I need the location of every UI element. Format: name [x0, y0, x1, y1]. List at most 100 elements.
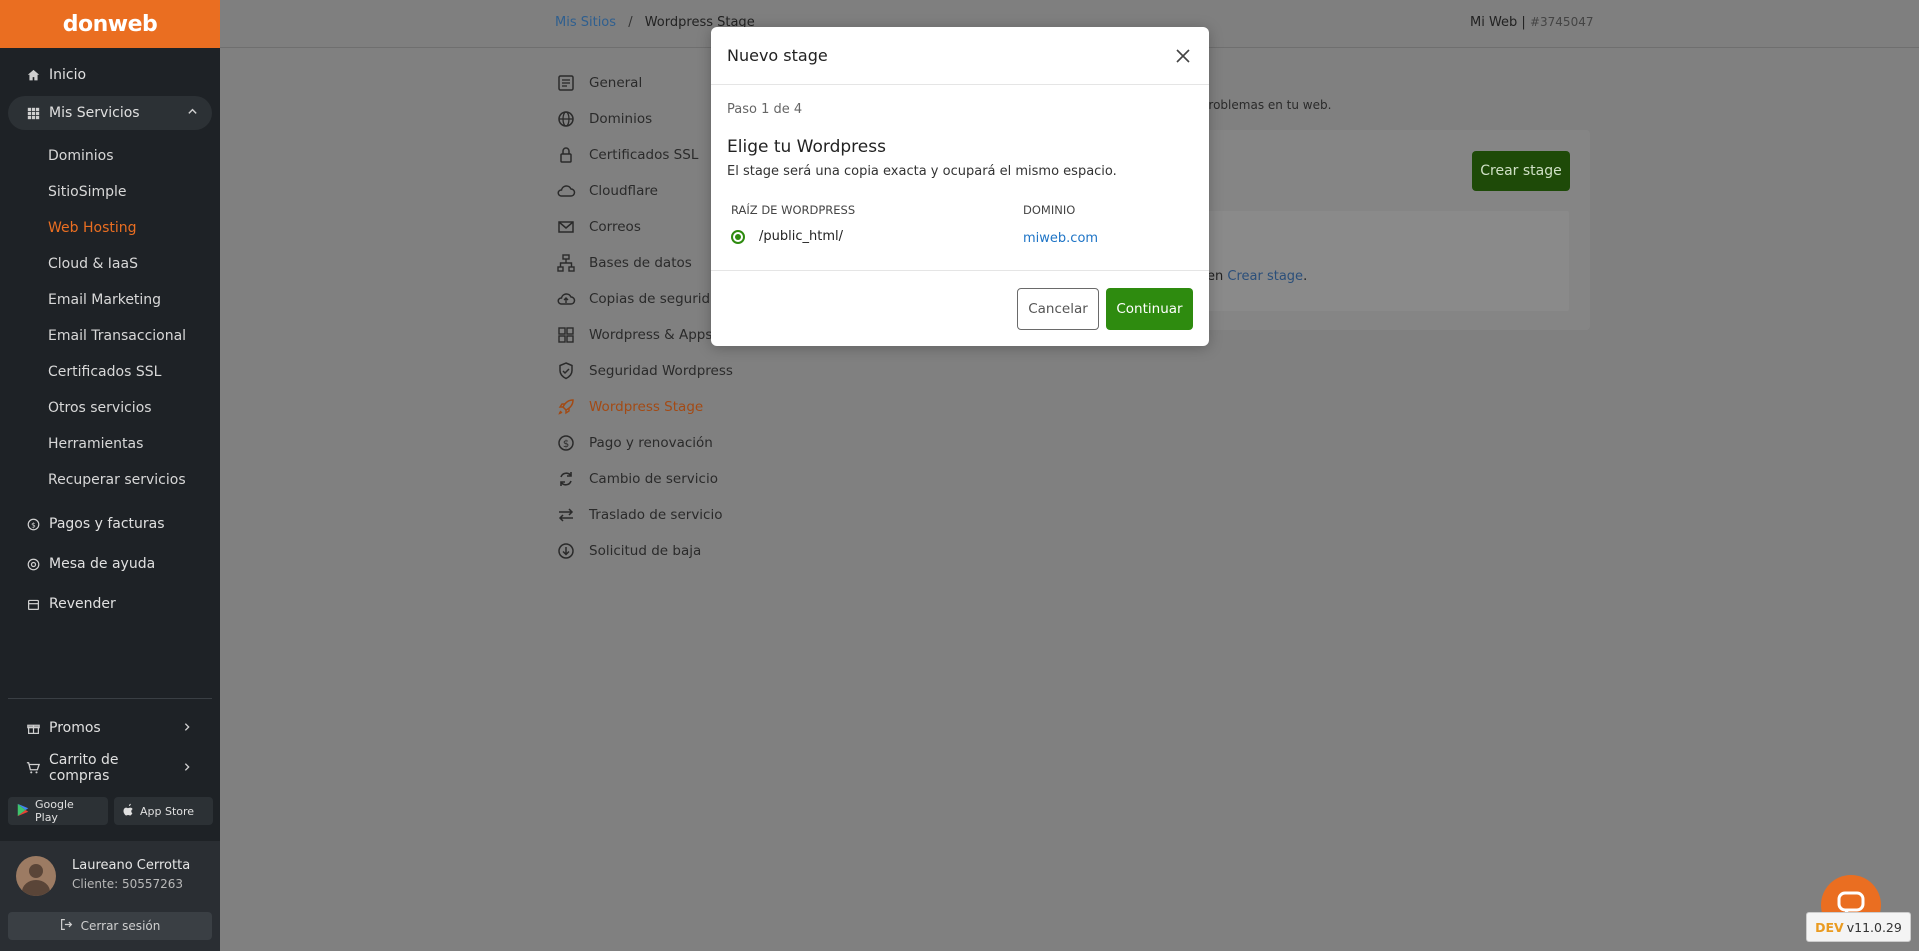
service-item-wordpress-stage[interactable]: Wordpress Stage: [555, 389, 733, 425]
service-item-cloudflare[interactable]: Cloudflare: [555, 173, 733, 209]
empty-state-crear-link[interactable]: Crear stage: [1227, 269, 1303, 284]
gift-icon: [26, 721, 40, 735]
service-item-label: Cambio de servicio: [589, 471, 718, 487]
env-tag: DEV: [1815, 919, 1844, 935]
nav-promos-label: Promos: [49, 720, 101, 736]
service-item-general[interactable]: General: [555, 65, 733, 101]
nav-promos[interactable]: Promos: [0, 708, 220, 748]
continue-button[interactable]: Continuar: [1106, 288, 1193, 330]
lifebuoy-icon: [26, 557, 40, 571]
sidebar-bottom-nav: Promos Carrito de compras: [0, 708, 220, 788]
google-play-label: Google Play: [35, 798, 74, 824]
nav-carrito-label: Carrito de compras: [49, 752, 119, 784]
version-label: v11.0.29: [1846, 919, 1902, 935]
sidebar-item-email-transaccional[interactable]: Email Transaccional: [0, 318, 220, 354]
sitemap-icon: [555, 252, 577, 274]
service-item-bases-datos[interactable]: Bases de datos: [555, 245, 733, 281]
apple-icon: [122, 803, 135, 820]
service-item-label: General: [589, 75, 643, 91]
brand-logo[interactable]: donweb: [0, 0, 220, 48]
nav-inicio-label: Inicio: [49, 67, 87, 83]
service-item-label: Traslado de servicio: [589, 507, 723, 523]
empty-state-text: en Crear stage.: [1207, 269, 1307, 284]
logout-label: Cerrar sesión: [80, 919, 161, 933]
nav-carrito[interactable]: Carrito de compras: [0, 748, 220, 788]
cart-icon: [26, 761, 40, 775]
app-store-label: App Store: [140, 804, 195, 818]
user-name: Laureano Cerrotta: [72, 858, 191, 873]
service-item-cambio-servicio[interactable]: Cambio de servicio: [555, 461, 733, 497]
sidebar-item-recuperar-servicios[interactable]: Recuperar servicios: [0, 462, 220, 498]
app-store-links: Google Play App Store: [8, 797, 213, 825]
service-item-label: Seguridad Wordpress: [589, 363, 733, 379]
service-item-pago-renovacion[interactable]: $ Pago y renovación: [555, 425, 733, 461]
service-item-label: Correos: [589, 219, 641, 235]
document-icon: [555, 72, 577, 94]
nav-revender[interactable]: Revender: [0, 584, 220, 624]
close-icon[interactable]: [1173, 46, 1193, 66]
avatar[interactable]: [16, 856, 56, 896]
sidebar-item-certificados-ssl[interactable]: Certificados SSL: [0, 354, 220, 390]
nav-pagos[interactable]: $ Pagos y facturas: [0, 504, 220, 544]
modal-header: Nuevo stage: [711, 27, 1209, 85]
app-store-button[interactable]: App Store: [114, 797, 213, 825]
modal-heading: Elige tu Wordpress: [727, 137, 886, 157]
empty-state-prefix: en: [1207, 269, 1224, 284]
column-header-domain: DOMINIO: [1023, 203, 1076, 217]
grid-icon: [26, 106, 40, 120]
nav-inicio[interactable]: Inicio: [0, 58, 220, 92]
cancel-button[interactable]: Cancelar: [1017, 288, 1099, 330]
apps-grid-icon: [555, 324, 577, 346]
service-item-copias-seguridad[interactable]: Copias de seguridad: [555, 281, 733, 317]
nav-mis-servicios-label: Mis Servicios: [49, 105, 140, 121]
site-id: #3745047: [1529, 15, 1594, 29]
nuevo-stage-modal: Nuevo stage Paso 1 de 4 Elige tu Wordpre…: [711, 27, 1209, 346]
service-item-label: Dominios: [589, 111, 653, 127]
wordpress-radio[interactable]: [731, 230, 745, 244]
sidebar: donweb Inicio Mis Servicios Dominios Sit…: [0, 0, 220, 951]
empty-state-box: [1194, 211, 1569, 311]
nav-mesa-label: Mesa de ayuda: [49, 556, 156, 572]
lock-icon: [555, 144, 577, 166]
nav-pagos-label: Pagos y facturas: [49, 516, 165, 532]
breadcrumb-mis-sitios[interactable]: Mis Sitios: [555, 15, 616, 30]
service-item-wordpress-apps[interactable]: Wordpress & Apps: [555, 317, 733, 353]
service-item-seguridad-wordpress[interactable]: Seguridad Wordpress: [555, 353, 733, 389]
nav-mesa-ayuda[interactable]: Mesa de ayuda: [0, 544, 220, 584]
service-item-dominios[interactable]: Dominios: [555, 101, 733, 137]
step-indicator: Paso 1 de 4: [727, 102, 803, 117]
google-play-button[interactable]: Google Play: [8, 797, 108, 825]
modal-description: El stage será una copia exacta y ocupará…: [727, 164, 1117, 179]
sidebar-item-dominios[interactable]: Dominios: [0, 138, 220, 174]
mail-icon: [555, 216, 577, 238]
dollar-circle-icon: $: [555, 432, 577, 454]
user-panel: Laureano Cerrotta Cliente: 50557263 Cerr…: [0, 841, 220, 951]
service-item-correos[interactable]: Correos: [555, 209, 733, 245]
sidebar-divider: [8, 698, 212, 699]
sidebar-item-sitiosimple[interactable]: SitioSimple: [0, 174, 220, 210]
wordpress-domain-link[interactable]: miweb.com: [1023, 231, 1098, 246]
service-item-certificados-ssl[interactable]: Certificados SSL: [555, 137, 733, 173]
chevron-up-icon: [187, 105, 198, 121]
cloud-icon: [555, 180, 577, 202]
breadcrumb-separator: /: [628, 15, 633, 30]
sidebar-item-otros-servicios[interactable]: Otros servicios: [0, 390, 220, 426]
logout-button[interactable]: Cerrar sesión: [8, 912, 212, 940]
mis-servicios-submenu: Dominios SitioSimple Web Hosting Cloud &…: [0, 134, 220, 504]
sidebar-item-email-marketing[interactable]: Email Marketing: [0, 282, 220, 318]
service-item-label: Bases de datos: [589, 255, 692, 271]
service-item-label: Cloudflare: [589, 183, 658, 199]
sidebar-item-herramientas[interactable]: Herramientas: [0, 426, 220, 462]
arrows-exchange-icon: [555, 504, 577, 526]
service-item-solicitud-baja[interactable]: Solicitud de baja: [555, 533, 733, 569]
service-item-label: Certificados SSL: [589, 147, 699, 163]
service-item-traslado-servicio[interactable]: Traslado de servicio: [555, 497, 733, 533]
crear-stage-button[interactable]: Crear stage: [1472, 151, 1570, 191]
sidebar-item-web-hosting[interactable]: Web Hosting: [0, 210, 220, 246]
nav-mis-servicios[interactable]: Mis Servicios: [8, 96, 212, 130]
column-header-root: RAÍZ DE WORDPRESS: [731, 203, 856, 217]
service-item-label: Copias de seguridad: [589, 291, 727, 307]
chevron-right-icon: [182, 720, 192, 736]
sidebar-item-cloud-iaas[interactable]: Cloud & IaaS: [0, 246, 220, 282]
svg-text:$: $: [563, 439, 569, 450]
